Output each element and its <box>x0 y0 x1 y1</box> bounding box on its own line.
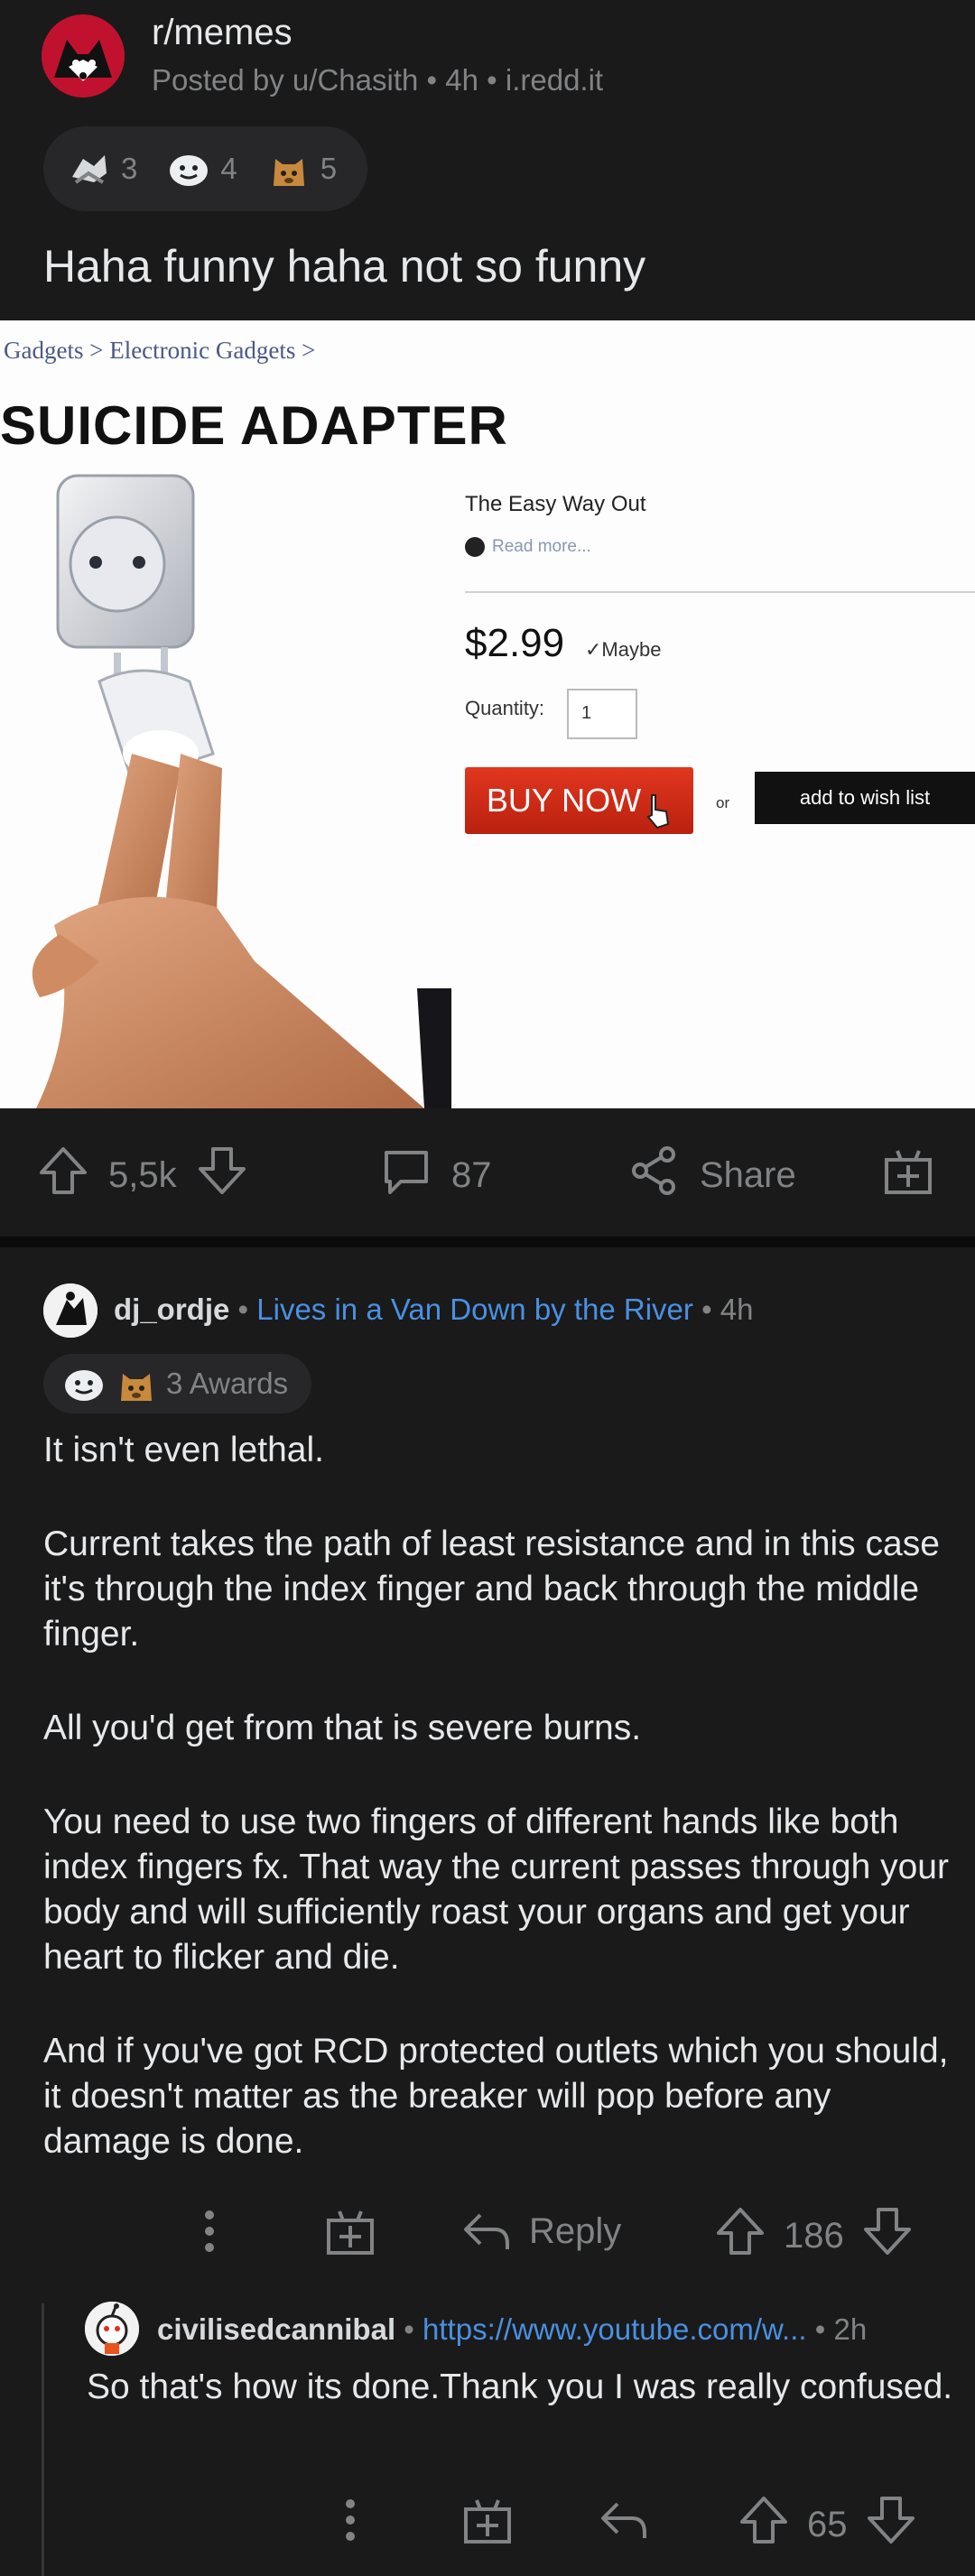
upvote-icon[interactable] <box>36 1144 90 1207</box>
gift-icon <box>881 1144 935 1207</box>
meme-maybe: ✓Maybe <box>585 638 662 661</box>
reply-body: So that's how its done.Thank you I was r… <box>87 2368 953 2406</box>
comment-score: 186 <box>784 2215 844 2256</box>
comments-button[interactable]: 87 <box>379 1148 492 1202</box>
reply-avatar[interactable] <box>85 2302 139 2356</box>
more-options-icon[interactable] <box>200 2204 218 2258</box>
post-meta: Posted by u/Chasith • 4h • i.redd.it <box>152 63 604 97</box>
award-count: 4 <box>220 152 237 185</box>
helpful-award-icon <box>166 146 211 191</box>
post-image[interactable]: Gadgets > Electronic Gadgets > SUICIDE A… <box>0 320 975 1108</box>
meme-buy-now-button: BUY NOW <box>465 767 693 834</box>
subreddit-name[interactable]: r/memes <box>152 13 292 53</box>
post-score: 5,5k <box>108 1154 177 1195</box>
meme-product-title: SUICIDE ADAPTER <box>0 395 508 456</box>
comment-paragraph: It isn't even lethal. <box>43 1431 324 1469</box>
reply-label: Reply <box>529 2210 622 2251</box>
outlet-hand-illustration <box>32 474 451 1108</box>
reply-button[interactable]: Reply <box>459 2204 621 2258</box>
reply-vote-group: 65 <box>737 2493 918 2556</box>
comment-paragraph: Current takes the path of least resistan… <box>43 1524 940 1654</box>
doge-award-icon <box>114 1361 159 1406</box>
post-awards[interactable]: 3 4 5 <box>43 126 368 211</box>
meme-divider <box>465 591 975 593</box>
gift-icon[interactable] <box>460 2493 515 2547</box>
more-options-icon[interactable] <box>341 2493 359 2547</box>
comment-paragraph: And if you've got RCD protected outlets … <box>43 2032 949 2161</box>
share-label: Share <box>700 1154 796 1195</box>
upvote-icon[interactable] <box>737 2493 791 2556</box>
comment-awards-label: 3 Awards <box>166 1367 289 1400</box>
award-button[interactable] <box>881 1148 935 1202</box>
meme-breadcrumb: Gadgets > Electronic Gadgets > <box>4 337 316 364</box>
reply-flair-link[interactable]: https://www.youtube.com/w... <box>422 2312 807 2346</box>
reply-meta: civilisedcannibal • https://www.youtube.… <box>157 2312 868 2346</box>
doge-award-icon <box>266 146 311 191</box>
comment-paragraph: You need to use two fingers of different… <box>43 1802 949 1977</box>
comment-awards[interactable]: 3 Awards <box>43 1354 312 1413</box>
comment-action-bar: Reply 186 <box>0 2197 975 2269</box>
post-domain[interactable]: i.redd.it <box>506 63 603 97</box>
comment-count: 87 <box>451 1154 492 1195</box>
post-action-bar: 5,5k 87 Share <box>0 1108 975 1237</box>
reply-username[interactable]: civilisedcannibal <box>157 2312 395 2346</box>
post-vote-group: 5,5k <box>36 1147 249 1202</box>
reply-age: 2h <box>833 2312 868 2346</box>
comment-paragraph: All you'd get from that is severe burns. <box>43 1709 642 1747</box>
reply-action-bar: 65 <box>0 2486 975 2558</box>
hand-cursor-icon <box>646 794 670 829</box>
upvote-icon[interactable] <box>713 2204 767 2267</box>
wholesome-seal-award-icon <box>67 146 112 191</box>
reply-icon <box>464 2213 509 2249</box>
meme-read-more: Read more... <box>465 537 591 557</box>
downvote-icon[interactable] <box>860 2204 915 2267</box>
meme-tagline: The Easy Way Out <box>465 492 646 516</box>
commenter-avatar[interactable] <box>43 1283 98 1338</box>
meme-read-more-label: Read more... <box>492 537 591 556</box>
award-count: 3 <box>121 152 138 185</box>
comment-vote-group: 186 <box>713 2204 915 2267</box>
reply-score: 65 <box>807 2504 848 2544</box>
comment-age: 4h <box>720 1293 754 1326</box>
meme-or: or <box>716 794 730 811</box>
award-count: 5 <box>320 152 338 185</box>
info-icon <box>465 537 485 557</box>
meme-quantity-label: Quantity: <box>465 697 545 719</box>
downvote-icon[interactable] <box>864 2493 918 2556</box>
share-icon <box>627 1144 682 1207</box>
meme-quantity-box: 1 <box>567 689 637 739</box>
downvote-icon[interactable] <box>195 1144 249 1207</box>
comment-thread: dj_ordje • Lives in a Van Down by the Ri… <box>0 1247 975 2576</box>
post-title[interactable]: Haha funny haha not so funny <box>43 240 645 292</box>
user-flair: Lives in a Van Down by the River <box>256 1293 693 1326</box>
gift-icon[interactable] <box>323 2204 377 2258</box>
helpful-award-icon <box>61 1361 107 1406</box>
comment-body: It isn't even lethal. Current takes the … <box>43 1428 955 2213</box>
subreddit-avatar[interactable] <box>42 14 125 97</box>
meme-buy-now-label: BUY NOW <box>486 782 642 819</box>
comment-meta: dj_ordje • Lives in a Van Down by the Ri… <box>114 1293 754 1326</box>
meme-wish-list-button: add to wish list <box>755 772 975 824</box>
meme-price: $2.99 <box>465 621 565 665</box>
posted-by[interactable]: Posted by u/Chasith <box>152 63 418 97</box>
share-button[interactable]: Share <box>627 1146 796 1202</box>
post-age: 4h <box>445 63 478 97</box>
comment-icon <box>379 1144 433 1207</box>
post-header: r/memes Posted by u/Chasith • 4h • i.red… <box>0 0 975 320</box>
reply-icon[interactable] <box>596 2493 650 2547</box>
comment-username[interactable]: dj_ordje <box>114 1293 229 1326</box>
